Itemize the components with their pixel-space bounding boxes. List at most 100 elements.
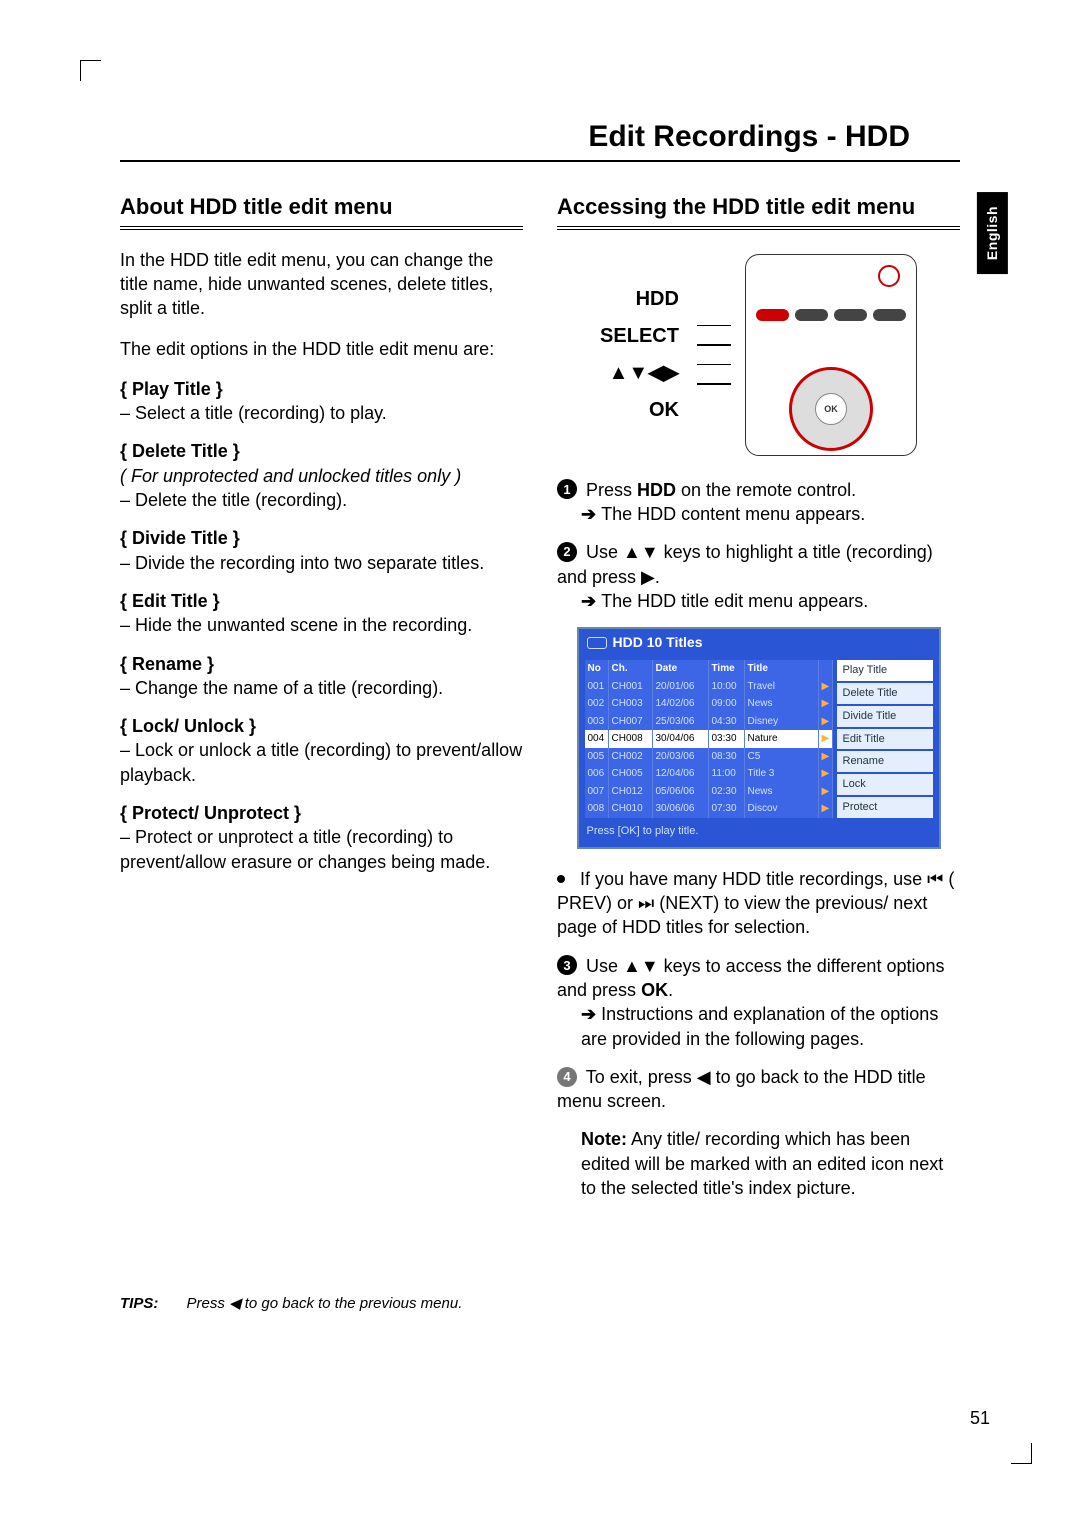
manual-page: Edit Recordings - HDD About HDD title ed… [0,0,1080,1524]
play-arrow-icon: ▶ [819,783,833,801]
hdd-menu-item: Rename [837,751,933,772]
hdd-menu-item: Protect [837,797,933,818]
option-name: { Protect/ Unprotect } [120,803,301,823]
hdd-menu-item: Divide Title [837,706,933,727]
page-title: Edit Recordings - HDD [120,120,960,162]
hdd-disk-icon [587,637,607,649]
play-arrow-icon: ▶ [819,748,833,766]
bullet-text: If you have many HDD title recordings, u… [557,869,954,938]
note-label: Note: [581,1129,627,1149]
step3-text-b: . [668,980,673,1000]
option-desc: – Select a title (recording) to play. [120,401,523,425]
table-row: 001CH00120/01/0610:00Travel▶ [585,678,833,696]
table-row: 008CH01030/06/0607:30Discov▶ [585,800,833,818]
option-item: { Delete Title } ( For unprotected and un… [120,439,523,512]
step-2: 2 Use ▲▼ keys to highlight a title (reco… [557,540,960,613]
option-item: { Lock/ Unlock }– Lock or unlock a title… [120,714,523,787]
remote-btn-icon [795,309,828,321]
ok-button-icon: OK [815,393,847,425]
hdd-button-icon [756,309,789,321]
option-desc: – Divide the recording into two separate… [120,551,523,575]
step2-result: The HDD title edit menu appears. [581,589,960,613]
power-icon [878,265,900,287]
steps-list-2: If you have many HDD title recordings, u… [557,867,960,1201]
left-column: About HDD title edit menu In the HDD tit… [120,192,523,1214]
hdd-menu-item: Edit Title [837,729,933,750]
step-number-icon: 3 [557,955,577,975]
option-name: { Delete Title } [120,441,240,461]
play-arrow-icon: ▶ [819,800,833,818]
hdd-fig-footer: Press [OK] to play title. [579,820,939,847]
section-heading-access: Accessing the HDD title edit menu [557,192,960,230]
hdd-context-menu: Play TitleDelete TitleDivide TitleEdit T… [837,660,933,818]
option-desc: – Lock or unlock a title (recording) to … [120,738,523,787]
table-row: 005CH00220/03/0608:30C5▶ [585,748,833,766]
crop-mark-icon [1011,1443,1032,1464]
option-item: { Protect/ Unprotect }– Protect or unpro… [120,801,523,874]
remote-outline-icon: OK [745,254,917,456]
step-3: 3 Use ▲▼ keys to access the different op… [557,954,960,1051]
step1-bold: HDD [637,480,676,500]
remote-btn-icon [873,309,906,321]
step-4: 4 To exit, press ◀ to go back to the HDD… [557,1065,960,1114]
step-number-icon: 4 [557,1067,577,1087]
step3-bold: OK [641,980,668,1000]
option-item: { Rename }– Change the name of a title (… [120,652,523,701]
hdd-table-header: No Ch. Date Time Title [585,660,833,678]
options-list: { Play Title }– Select a title (recordin… [120,377,523,874]
page-number: 51 [970,1408,990,1429]
remote-label-arrows: ▲▼◀▶ [600,360,679,387]
step-number-icon: 2 [557,542,577,562]
step3-text-a: Use ▲▼ keys to access the different opti… [557,956,945,1000]
table-row: 003CH00725/03/0604:30Disney▶ [585,713,833,731]
option-item: { Edit Title }– Hide the unwanted scene … [120,589,523,638]
step3-result: Instructions and explanation of the opti… [581,1002,960,1051]
step1-result: The HDD content menu appears. [581,502,960,526]
play-arrow-icon: ▶ [819,678,833,696]
hdd-fig-title: HDD 10 Titles [613,633,703,652]
hdd-menu-figure: HDD 10 Titles No Ch. Date Time Title 001… [577,627,941,849]
remote-label-hdd: HDD [600,286,679,313]
dpad-icon: OK [789,367,873,451]
option-desc: – Protect or unprotect a title (recordin… [120,825,523,874]
hdd-table: No Ch. Date Time Title 001CH00120/01/061… [585,660,833,818]
option-name: { Lock/ Unlock } [120,716,256,736]
option-note: ( For unprotected and unlocked titles on… [120,464,523,488]
note-block: Note: Any title/ recording which has bee… [581,1127,960,1200]
play-arrow-icon: ▶ [819,713,833,731]
step-number-icon: 1 [557,479,577,499]
intro2-paragraph: The edit options in the HDD title edit m… [120,337,523,361]
step4-text: To exit, press ◀ to go back to the HDD t… [557,1067,926,1111]
hdd-menu-item: Play Title [837,660,933,681]
option-desc: – Delete the title (recording). [120,488,523,512]
tips-text: Press ◀ to go back to the previous menu. [187,1295,463,1312]
bullet-many-titles: If you have many HDD title recordings, u… [557,867,960,940]
hdd-menu-item: Lock [837,774,933,795]
table-row: 004CH00830/04/0603:30Nature▶ [585,730,833,748]
table-row: 002CH00314/02/0609:00News▶ [585,695,833,713]
option-desc: – Hide the unwanted scene in the recordi… [120,613,523,637]
bullet-icon [557,875,565,883]
intro-paragraph: In the HDD title edit menu, you can chan… [120,248,523,321]
remote-label-select: SELECT [600,323,679,350]
option-desc: – Change the name of a title (recording)… [120,676,523,700]
wire-lines [697,325,727,385]
language-tab: English [977,192,1008,274]
tips-label: TIPS: [120,1295,158,1312]
option-name: { Rename } [120,654,214,674]
table-row: 006CH00512/04/0611:00Title 3▶ [585,765,833,783]
remote-labels: HDD SELECT ▲▼◀▶ OK [600,286,679,424]
hdd-fig-header: HDD 10 Titles [579,629,939,656]
play-arrow-icon: ▶ [819,765,833,783]
note-text: Any title/ recording which has been edit… [581,1129,943,1198]
table-row: 007CH01205/06/0602:30News▶ [585,783,833,801]
remote-label-ok: OK [600,397,679,424]
option-item: { Divide Title }– Divide the recording i… [120,526,523,575]
steps-list: 1 Press HDD on the remote control. The H… [557,478,960,613]
step1-text-a: Press [586,480,637,500]
step1-text-b: on the remote control. [676,480,856,500]
play-arrow-icon: ▶ [819,695,833,713]
step2-text: Use ▲▼ keys to highlight a title (record… [557,542,933,586]
option-name: { Play Title } [120,379,223,399]
step-1: 1 Press HDD on the remote control. The H… [557,478,960,527]
